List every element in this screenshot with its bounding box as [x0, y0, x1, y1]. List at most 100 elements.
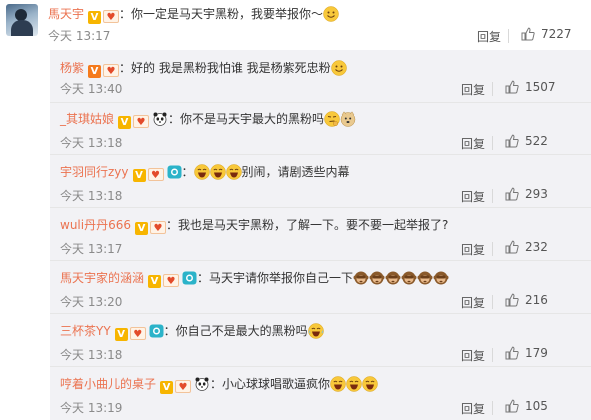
divider	[492, 82, 493, 96]
reply-time: 今天 13:18	[60, 348, 123, 362]
laugh-emoji-icon	[193, 164, 210, 180]
reply-line: 宇羽同行zyy V ♥ ： 别闹，请剧透些内幕	[60, 164, 350, 182]
verified-v-icon: V	[132, 169, 146, 182]
camera-icon	[149, 324, 164, 338]
fan-heart-icon: ♥	[147, 168, 164, 181]
thumbs-up-icon	[505, 346, 519, 360]
reply-button[interactable]: 回复	[477, 28, 501, 45]
fan-heart-icon: ♥	[175, 380, 192, 393]
reply-line: 哼着小曲儿的桌子 V ♥ ：小心球球唱歌逼疯你	[60, 376, 378, 394]
verified-v-icon: V	[135, 222, 148, 235]
divider	[492, 136, 493, 150]
reply-button[interactable]: 回复	[461, 241, 485, 258]
reply-button[interactable]: 回复	[461, 135, 485, 152]
like-count: 1507	[525, 80, 556, 94]
divider	[492, 295, 493, 309]
divider	[492, 401, 493, 415]
divider	[492, 348, 493, 362]
fan-heart-icon: ♥	[133, 115, 150, 128]
reply-button[interactable]: 回复	[461, 400, 485, 417]
like-count: 232	[525, 240, 548, 254]
reply-text: ：你自己不是最大的黑粉吗	[163, 324, 308, 338]
like-count: 216	[525, 293, 548, 307]
divider	[492, 189, 493, 203]
monkey-emoji-icon	[353, 271, 369, 285]
reply-line: wuli丹丹666 V ♥ ：我也是马天宇黑粉，了解一下。要不要一起举报了?	[60, 217, 448, 235]
sub-replies: 杨紫 V ♥ ：好的 我是黑粉我怕谁 我是杨紫死忠粉 今天 13:40 回复 1507…	[50, 50, 591, 420]
verified-v-icon: V	[148, 275, 162, 288]
avatar[interactable]	[6, 4, 38, 36]
divider	[50, 260, 591, 261]
reply-text: 别闹，请剧透些内幕	[241, 165, 350, 179]
camera-icon	[167, 165, 182, 179]
reply-button[interactable]: 回复	[461, 188, 485, 205]
laugh-emoji-icon	[362, 376, 378, 392]
reply-time: 今天 13:17	[60, 242, 123, 256]
reply-button[interactable]: 回复	[461, 294, 485, 311]
reply-line: 馬天宇家的涵涵 V ♥ ：马天宇请你举报你自己一下	[60, 270, 449, 288]
username-link[interactable]: 宇羽同行zyy	[60, 165, 129, 179]
reply-text: ：我也是马天宇黑粉，了解一下。要不要一起举报了?	[166, 218, 449, 232]
laugh-emoji-icon	[330, 376, 346, 392]
monkey-emoji-icon	[385, 271, 401, 285]
verified-v-icon: V	[88, 65, 102, 78]
panda-icon	[195, 377, 209, 391]
like-button[interactable]: 7227	[521, 27, 572, 41]
verified-v-icon: V	[114, 328, 128, 341]
like-count: 179	[525, 346, 548, 360]
username-link[interactable]: 哼着小曲儿的桌子	[60, 377, 156, 391]
top-comment: 馬天宇 V ♥ ：你一定是马天宇黑粉，我要举报你～ 今天 13:17 回复 7227	[0, 0, 591, 50]
thumbs-up-icon	[505, 293, 519, 307]
divider	[492, 242, 493, 256]
like-button[interactable]: 105	[505, 399, 548, 413]
reply-time: 今天 13:20	[60, 295, 123, 309]
reply-button[interactable]: 回复	[461, 347, 485, 364]
reply-button[interactable]: 回复	[461, 81, 485, 98]
like-button[interactable]: 179	[505, 346, 548, 360]
reply-text: ：马天宇请你举报你自己一下	[197, 271, 354, 285]
divider	[508, 29, 509, 43]
like-button[interactable]: 232	[505, 240, 548, 254]
camera-icon	[182, 271, 197, 285]
fan-heart-icon: ♥	[103, 10, 120, 23]
reply-text: ：好的 我是黑粉我怕谁 我是杨紫死忠粉	[119, 61, 331, 75]
think-emoji-icon	[324, 111, 340, 127]
laugh-emoji-icon	[225, 164, 242, 180]
monkey-emoji-icon	[401, 271, 417, 285]
prefix-text: ：	[181, 165, 194, 179]
username-link[interactable]: 杨紫	[60, 61, 84, 75]
reply-line: 杨紫 V ♥ ：好的 我是黑粉我怕谁 我是杨紫死忠粉	[60, 60, 347, 78]
reply-line: _其琪姑娘 V ♥ ：你不是马天宇最大的黑粉吗	[60, 111, 356, 129]
like-button[interactable]: 293	[505, 187, 548, 201]
thumbs-up-icon	[505, 187, 519, 201]
reply-time: 今天 13:18	[60, 189, 123, 203]
like-button[interactable]: 216	[505, 293, 548, 307]
monkey-emoji-icon	[417, 271, 433, 285]
laugh-emoji-icon	[346, 376, 362, 392]
username-link[interactable]: wuli丹丹666	[60, 218, 131, 232]
username-link[interactable]: 馬天宇	[48, 7, 84, 21]
laugh-emoji-icon	[209, 164, 226, 180]
divider	[50, 207, 591, 208]
username-link[interactable]: 馬天宇家的涵涵	[60, 271, 144, 285]
username-link[interactable]: 三杯茶YY	[60, 324, 111, 338]
fan-heart-icon: ♥	[163, 274, 180, 287]
verified-v-icon: V	[118, 116, 132, 129]
like-count: 293	[525, 187, 548, 201]
fan-heart-icon: ♥	[150, 221, 166, 234]
smile-emoji-icon	[330, 60, 347, 76]
laughcry-emoji-icon	[307, 323, 324, 339]
like-button[interactable]: 1507	[505, 80, 556, 94]
comment-line: 馬天宇 V ♥ ：你一定是马天宇黑粉，我要举报你～	[48, 6, 339, 24]
monkey-emoji-icon	[433, 271, 449, 285]
thumbs-up-icon	[505, 240, 519, 254]
reply-time: 今天 13:40	[60, 82, 123, 96]
like-button[interactable]: 522	[505, 134, 548, 148]
reply-text: ：小心球球唱歌逼疯你	[210, 377, 331, 391]
panda-icon	[153, 112, 167, 126]
monkey-emoji-group	[353, 271, 449, 285]
username-link[interactable]: _其琪姑娘	[60, 112, 114, 126]
doge-emoji-icon	[340, 111, 356, 127]
verified-v-icon: V	[88, 11, 102, 24]
monkey-emoji-icon	[369, 271, 385, 285]
